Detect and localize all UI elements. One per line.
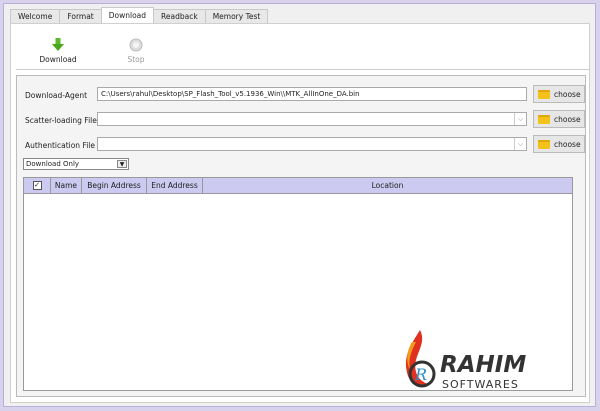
download-arrow-icon (52, 38, 64, 51)
stop-label: Stop (127, 55, 145, 64)
svg-text:RAHIM: RAHIM (440, 352, 526, 378)
col-name[interactable]: Name (51, 178, 82, 193)
scatter-label: Scatter-loading File (25, 116, 97, 125)
download-agent-label: Download-Agent (25, 91, 88, 100)
download-mode-select[interactable]: Download Only ▼ (23, 158, 129, 170)
stop-button[interactable]: Stop (106, 38, 166, 64)
svg-text:R: R (414, 365, 427, 384)
mode-value: Download Only (26, 160, 80, 168)
chevron-down-icon[interactable]: ⌵ (514, 113, 526, 125)
col-location[interactable]: Location (203, 178, 572, 193)
download-button[interactable]: Download (28, 38, 88, 64)
tab-format[interactable]: Format (59, 9, 102, 23)
dropdown-arrow-icon: ▼ (117, 160, 127, 168)
download-agent-choose-button[interactable]: choose (533, 85, 585, 103)
col-end-address[interactable]: End Address (147, 178, 203, 193)
download-agent-input[interactable]: C:\Users\rahul\Desktop\SP_Flash_Tool_v5.… (97, 87, 527, 101)
svg-text:SOFTWARES: SOFTWARES (442, 378, 519, 391)
tab-readback[interactable]: Readback (153, 9, 206, 23)
auth-label: Authentication File (25, 141, 95, 150)
scatter-choose-button[interactable]: choose (533, 110, 585, 128)
chevron-down-icon[interactable]: ⌵ (514, 138, 526, 150)
folder-icon (538, 139, 550, 149)
tab-bar: Welcome Format Download Readback Memory … (10, 7, 269, 23)
rahim-softwares-watermark-logo: R RAHIM SOFTWARES (405, 330, 526, 391)
tab-memory-test[interactable]: Memory Test (204, 9, 269, 23)
choose-label: choose (554, 139, 581, 149)
folder-icon (538, 114, 550, 124)
folder-icon (538, 89, 550, 99)
select-all-checkbox[interactable]: ✓ (24, 178, 51, 193)
choose-label: choose (554, 89, 581, 99)
choose-label: choose (554, 114, 581, 124)
toolbar-divider (16, 69, 589, 70)
tab-download[interactable]: Download (100, 7, 155, 23)
auth-choose-button[interactable]: choose (533, 135, 585, 153)
col-begin-address[interactable]: Begin Address (82, 178, 147, 193)
table-header: ✓ Name Begin Address End Address Locatio… (24, 178, 572, 194)
checkmark-icon: ✓ (32, 181, 42, 190)
download-label: Download (39, 55, 77, 64)
tab-welcome[interactable]: Welcome (10, 9, 61, 23)
scatter-file-combo[interactable]: ⌵ (97, 112, 527, 126)
auth-file-combo[interactable]: ⌵ (97, 137, 527, 151)
stop-icon (129, 38, 143, 52)
